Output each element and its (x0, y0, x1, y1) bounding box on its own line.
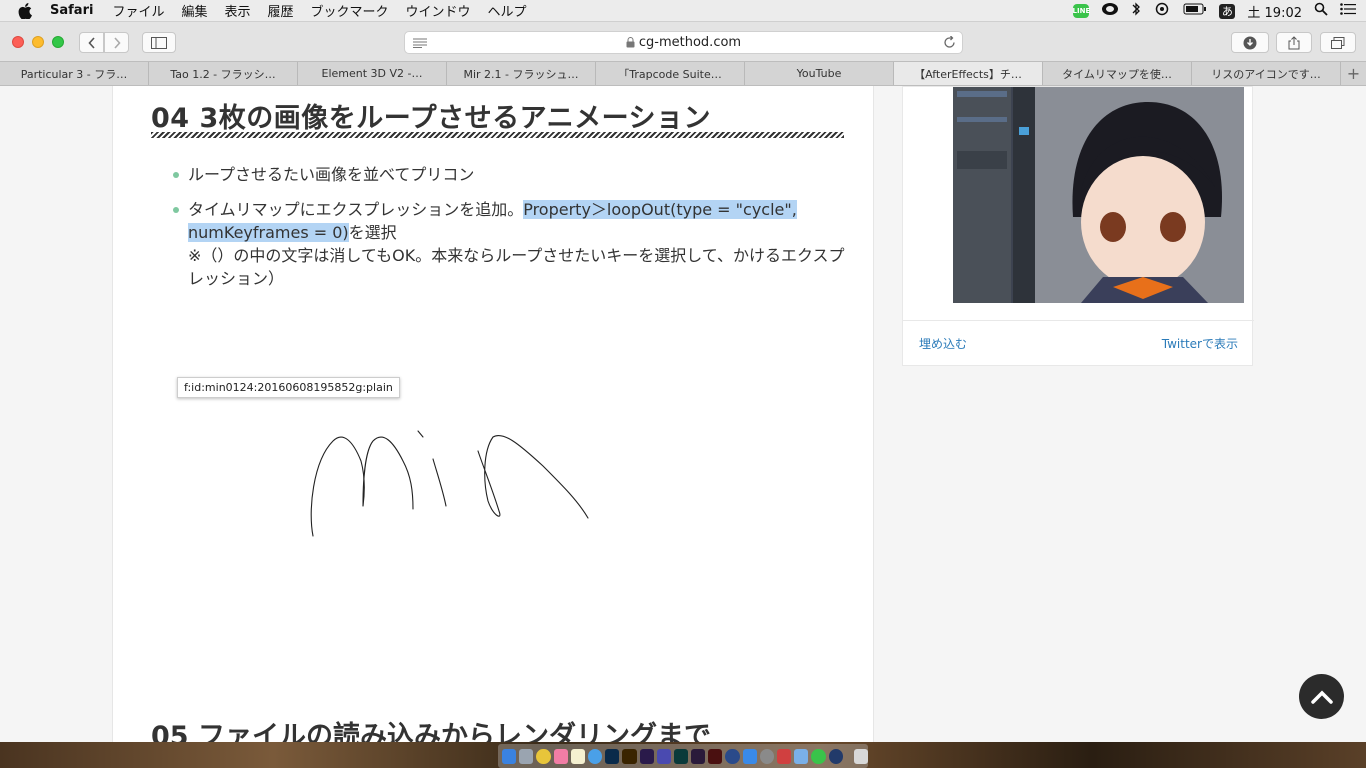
line-icon[interactable]: LINE (1073, 4, 1090, 18)
preview-icon[interactable] (794, 748, 809, 764)
reload-icon[interactable] (943, 36, 956, 49)
creative-cloud-icon[interactable] (1101, 2, 1119, 20)
download-icon (1243, 36, 1257, 49)
bluetooth-icon[interactable] (1131, 2, 1141, 20)
chevron-left-icon (87, 36, 95, 49)
address-bar[interactable]: cg-method.com (404, 31, 963, 54)
tab-particular[interactable]: Particular 3 - フラ… (0, 62, 149, 85)
animate-icon[interactable] (708, 748, 723, 764)
show-all-tabs-button[interactable] (1320, 32, 1356, 53)
itunes-icon[interactable] (553, 748, 568, 764)
menu-view[interactable]: 表示 (224, 1, 250, 20)
tab-youtube[interactable]: YouTube (745, 62, 894, 85)
menu-help[interactable]: ヘルプ (488, 1, 527, 20)
media-encoder-icon[interactable] (656, 748, 671, 764)
next-section-heading: 05 ファイルの読み込みからレンダリングまで (151, 721, 711, 742)
cinema4d-alt-icon[interactable] (828, 748, 843, 764)
view-on-twitter-link[interactable]: Twitterで表示 (1162, 335, 1238, 352)
menu-history[interactable]: 履歴 (267, 1, 293, 20)
safari-icon[interactable] (587, 748, 603, 764)
embedded-tweet-card: 埋め込む Twitterで表示 (902, 86, 1254, 366)
spotlight-icon[interactable] (1314, 2, 1328, 20)
sidebar-toggle-button[interactable] (142, 32, 176, 53)
new-tab-button[interactable]: + (1341, 62, 1366, 85)
share-button[interactable] (1276, 32, 1312, 53)
scroll-to-top-button[interactable] (1299, 674, 1344, 719)
tab-squirrel-icon[interactable]: リスのアイコンです… (1192, 62, 1341, 85)
embed-link[interactable]: 埋め込む (919, 335, 967, 352)
zoom-window-button[interactable] (52, 36, 64, 48)
forward-button[interactable] (104, 32, 129, 53)
tab-aftereffects[interactable]: 【AfterEffects】チ… (894, 62, 1043, 85)
character-animator-icon[interactable] (691, 748, 706, 764)
minimize-window-button[interactable] (32, 36, 44, 48)
bullet-note: ※（）の中の文字は消してもOK。本来ならループさせたいキーを選択して、かけるエク… (188, 246, 845, 288)
tab-mir[interactable]: Mir 2.1 - フラッシュ… (447, 62, 596, 85)
status-area: LINE あ 土 19:02 (1073, 0, 1356, 22)
cinema4d-icon[interactable] (725, 748, 740, 764)
tab-tao[interactable]: Tao 1.2 - フラッシ… (149, 62, 298, 85)
menu-edit[interactable]: 編集 (181, 1, 207, 20)
tab-element3d[interactable]: Element 3D V2 -… (298, 62, 447, 85)
bullet-text-select: を選択 (348, 223, 397, 242)
sidebar-icon (151, 36, 167, 49)
dimension-icon[interactable] (673, 748, 689, 764)
after-effects-icon[interactable] (639, 748, 654, 764)
system-preferences-icon[interactable] (759, 748, 774, 764)
bullet-text-expression: タイムリマップにエクスプレッションを追加。 (188, 200, 524, 219)
finder-icon[interactable] (502, 748, 517, 764)
heading-underline (151, 132, 844, 138)
share-icon (1288, 35, 1300, 49)
reader-icon[interactable] (413, 38, 427, 48)
back-button[interactable] (79, 32, 104, 53)
section-heading: 04 3枚の画像をループさせるアニメーション (151, 103, 712, 134)
menu-app-safari[interactable]: Safari (50, 3, 93, 18)
dock (498, 744, 868, 768)
launchpad-icon[interactable] (519, 748, 534, 764)
menu-bookmarks[interactable]: ブックマーク (311, 1, 389, 20)
anime-character-screenshot (953, 87, 1244, 303)
notes-icon[interactable] (570, 748, 585, 764)
menu-bar: Safari ファイル 編集 表示 履歴 ブックマーク ウインドウ ヘルプ LI… (0, 0, 1366, 22)
apple-menu-icon[interactable] (18, 2, 36, 19)
tab-timeremap[interactable]: タイムリマップを使… (1043, 62, 1192, 85)
web-page[interactable]: 04 3枚の画像をループさせるアニメーション ループさせるたい画像を並べてプリコ… (0, 86, 1366, 742)
menu-file[interactable]: ファイル (112, 1, 164, 20)
app-store-icon[interactable] (742, 748, 757, 764)
notification-center-icon[interactable] (1340, 3, 1356, 19)
tab-bar: Particular 3 - フラ… Tao 1.2 - フラッシ… Eleme… (0, 61, 1366, 86)
bullet-item: ループさせるたい画像を並べてプリコン (173, 163, 845, 186)
close-window-button[interactable] (12, 36, 24, 48)
tabs-overview-icon (1331, 36, 1345, 49)
sync-icon[interactable] (1153, 2, 1171, 20)
input-method-icon[interactable]: あ (1219, 3, 1236, 19)
trash-icon[interactable] (853, 748, 868, 764)
lock-icon (626, 37, 635, 48)
tab-trapcode[interactable]: 「Trapcode Suite… (596, 62, 745, 85)
calendar-icon[interactable] (777, 748, 792, 764)
article-body: 04 3枚の画像をループさせるアニメーション ループさせるたい画像を並べてプリコ… (112, 86, 874, 742)
bullet-list: ループさせるたい画像を並べてプリコン タイムリマップにエクスプレッションを追加。… (173, 163, 845, 302)
chrome-icon[interactable] (536, 748, 551, 764)
url-text: cg-method.com (638, 35, 742, 50)
image-tooltip: f:id:min0124:20160608195852g:plain (177, 377, 400, 398)
illustrator-icon[interactable] (622, 748, 637, 764)
clock[interactable]: 土 19:02 (1247, 2, 1302, 21)
line-app-icon[interactable] (811, 748, 826, 764)
chevron-up-icon (1310, 690, 1333, 704)
handwritten-min-image (310, 430, 589, 537)
battery-icon[interactable] (1183, 3, 1207, 19)
menu-window[interactable]: ウインドウ (406, 1, 471, 20)
chevron-right-icon (113, 36, 121, 49)
bullet-item: タイムリマップにエクスプレッションを追加。Property＞loopOut(ty… (173, 198, 845, 290)
downloads-button[interactable] (1231, 32, 1269, 53)
bullet-text-precomp: ループさせるたい画像を並べてプリコン (188, 165, 475, 184)
card-divider (903, 320, 1254, 321)
tweet-image[interactable] (953, 87, 1244, 303)
photoshop-icon[interactable] (605, 748, 620, 764)
